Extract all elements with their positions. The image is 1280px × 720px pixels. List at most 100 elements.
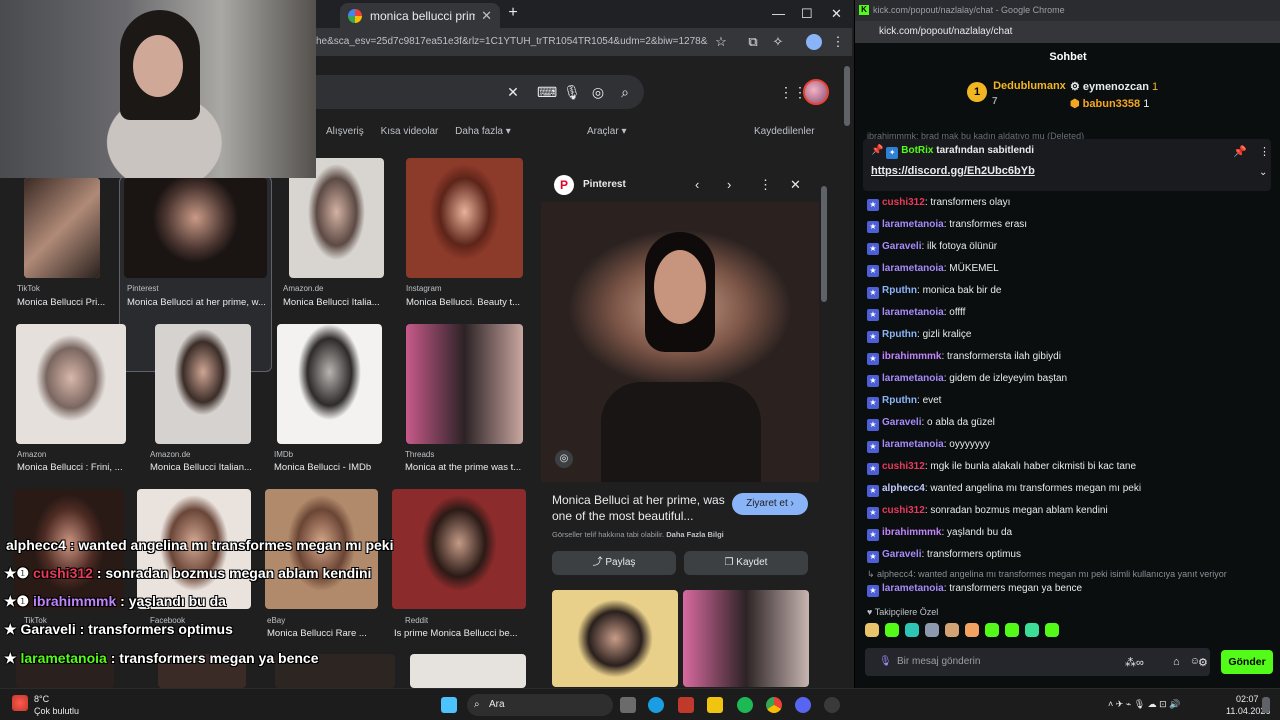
result-title[interactable]: Monica at the prime was t... <box>405 462 525 473</box>
chat-username[interactable]: larametanoia <box>882 307 944 318</box>
chat-message[interactable]: ★ larametanoia: transformes erası <box>867 219 1027 233</box>
result-thumbnail[interactable] <box>410 654 526 688</box>
chat-username[interactable]: alphecc4 <box>882 483 925 494</box>
result-title[interactable]: Monica Bellucci Pri... <box>17 297 109 308</box>
send-button[interactable]: Gönder <box>1221 650 1273 674</box>
chat-username[interactable]: Rputhn <box>882 395 917 406</box>
preview-source[interactable]: Pinterest <box>583 179 626 190</box>
more-options-icon[interactable]: ⋮ <box>759 177 772 193</box>
more-info-link[interactable]: Daha Fazla Bilgi <box>666 530 724 539</box>
chat-username[interactable]: Rputhn <box>882 329 917 340</box>
result-title[interactable]: Monica Bellucci - IMDb <box>274 462 384 473</box>
profile-avatar-icon[interactable] <box>806 34 822 50</box>
menu-icon[interactable]: ⋮ <box>830 34 846 50</box>
chat-username[interactable]: Rputhn <box>882 285 917 296</box>
extensions-icon[interactable]: ✧ <box>770 34 786 50</box>
maximize-icon[interactable]: ☐ <box>801 6 813 22</box>
result-thumbnail[interactable] <box>16 324 126 444</box>
close-tab-icon[interactable]: ✕ <box>481 8 492 24</box>
chat-username[interactable]: ibrahimmmk <box>882 527 941 538</box>
visit-button[interactable]: Ziyaret et › <box>732 493 808 515</box>
chat-username[interactable]: Garaveli <box>882 549 921 560</box>
result-thumbnail[interactable] <box>24 178 100 278</box>
chat-message[interactable]: ★ Rputhn: gizli kraliçe <box>867 329 971 343</box>
share-button[interactable]: ⤴ Paylaş <box>552 551 676 575</box>
gift-icon[interactable]: ⁂∞ <box>1125 656 1144 669</box>
emote[interactable] <box>905 623 919 637</box>
start-icon[interactable] <box>441 697 457 713</box>
next-icon[interactable]: › <box>727 177 731 192</box>
filter-short-videos[interactable]: Kısa videolar <box>381 126 439 137</box>
result-thumbnail[interactable] <box>406 158 523 278</box>
close-window-icon[interactable]: ✕ <box>831 6 842 22</box>
chat-username[interactable]: ibrahimmmk <box>882 351 941 362</box>
chat-message[interactable]: ★ larametanoia: offff <box>867 307 965 321</box>
result-thumbnail[interactable] <box>277 324 382 444</box>
chat-message[interactable]: ★ ibrahimmmk: yaşlandı bu da <box>867 527 1012 541</box>
weather-icon[interactable] <box>12 695 28 711</box>
result-thumbnail[interactable] <box>124 178 267 278</box>
file-explorer-icon[interactable] <box>707 697 723 713</box>
chat-message[interactable]: ★ Rputhn: monica bak bir de <box>867 285 1002 299</box>
lens-icon[interactable]: ◎ <box>589 83 607 101</box>
chat-username[interactable]: larametanoia <box>882 439 944 450</box>
chat-message[interactable]: ★ Garaveli: ilk fotoya ölünür <box>867 241 997 255</box>
emote[interactable] <box>885 623 899 637</box>
edge-icon[interactable] <box>648 697 664 713</box>
chat-address-bar[interactable]: kick.com/popout/nazlalay/chat <box>855 21 1280 43</box>
chat-message[interactable]: ★ larametanoia: transformers megan ya ben… <box>867 583 1082 597</box>
chat-message[interactable]: ★ cushi312: transformers olayı <box>867 197 1010 211</box>
chat-message[interactable]: ★ Garaveli: o abla da güzel <box>867 417 995 431</box>
chat-username[interactable]: larametanoia <box>882 219 944 230</box>
result-title[interactable]: Monica Bellucci. Beauty t... <box>406 297 524 308</box>
discord-icon[interactable] <box>795 697 811 713</box>
tray-icons[interactable]: ˄ ✈ ⌁ 🎙 ☁ ⊡ 🔊 <box>1108 699 1180 710</box>
chat-message-input[interactable]: 🎙 Bir mesaj gönderin ☺ <box>865 648 1210 676</box>
task-view-icon[interactable] <box>620 697 636 713</box>
chat-username[interactable]: cushi312 <box>882 505 925 516</box>
close-preview-icon[interactable]: ✕ <box>790 177 801 193</box>
show-desktop-button[interactable] <box>1262 697 1270 713</box>
new-tab-icon[interactable]: + <box>505 5 521 21</box>
expand-pin-icon[interactable]: ⌄ <box>1259 167 1267 178</box>
emote[interactable] <box>985 623 999 637</box>
chat-message[interactable]: ★ ibrahimmmk: transformersta ilah gibiydi <box>867 351 1061 365</box>
url-bar[interactable]: he&sca_esv=25d7c9817ea51e3f&rlz=1C1YTUH_… <box>316 32 708 52</box>
app-p-icon[interactable] <box>678 697 694 713</box>
chat-message[interactable]: ★ Garaveli: transformers optimus <box>867 549 1021 563</box>
lens-icon[interactable]: ◎ <box>555 450 573 468</box>
browser-tab-google[interactable]: monica bellucci prime - Google ✕ <box>340 3 500 28</box>
discord-link[interactable]: https://discord.gg/Eh2Ubc6bYb <box>871 165 1035 177</box>
search-input[interactable]: ✕ ⌨ 🎙 ◎ ⌕ <box>316 75 644 109</box>
search-icon[interactable]: ⌕ <box>616 83 634 101</box>
emote[interactable] <box>1005 623 1019 637</box>
result-title[interactable]: Monica Bellucci Italian... <box>150 462 254 473</box>
emote[interactable] <box>1045 623 1059 637</box>
pin-menu-icon[interactable]: ⋮ <box>1259 145 1270 158</box>
chat-username[interactable]: cushi312 <box>882 461 925 472</box>
store-icon[interactable]: ⌂ <box>1173 656 1180 668</box>
emote[interactable] <box>925 623 939 637</box>
emote[interactable] <box>1025 623 1039 637</box>
taskbar-search[interactable]: ⌕ Ara <box>467 694 613 716</box>
result-title[interactable]: Monica Bellucci Rare ... <box>267 628 377 639</box>
previous-icon[interactable]: ‹ <box>695 177 699 192</box>
emote[interactable] <box>965 623 979 637</box>
result-title[interactable]: Is prime Monica Bellucci be... <box>394 628 524 639</box>
chat-message[interactable]: ★ larametanoia: gidem de izleyeyim baştan <box>867 373 1067 387</box>
chat-message[interactable]: ★ larametanoia: oyyyyyyy <box>867 439 990 453</box>
mic-icon[interactable]: 🎙 <box>563 83 581 101</box>
related-image[interactable] <box>552 590 678 687</box>
bookmark-star-icon[interactable]: ☆ <box>713 34 729 50</box>
result-thumbnail[interactable] <box>392 489 526 609</box>
chat-username[interactable]: larametanoia <box>882 373 944 384</box>
result-title[interactable]: Monica Bellucci at her prime, w... <box>127 297 267 308</box>
keyboard-icon[interactable]: ⌨ <box>537 83 557 101</box>
chat-message[interactable]: ★ cushi312: sonradan bozmus megan ablam k… <box>867 505 1108 519</box>
related-image[interactable] <box>683 590 809 687</box>
emote[interactable] <box>945 623 959 637</box>
chat-username[interactable]: larametanoia <box>882 263 944 274</box>
chat-message[interactable]: ★ larametanoia: MÜKEMEL <box>867 263 999 277</box>
filter-shopping[interactable]: Alışveriş <box>326 126 364 137</box>
chat-username[interactable]: cushi312 <box>882 197 925 208</box>
